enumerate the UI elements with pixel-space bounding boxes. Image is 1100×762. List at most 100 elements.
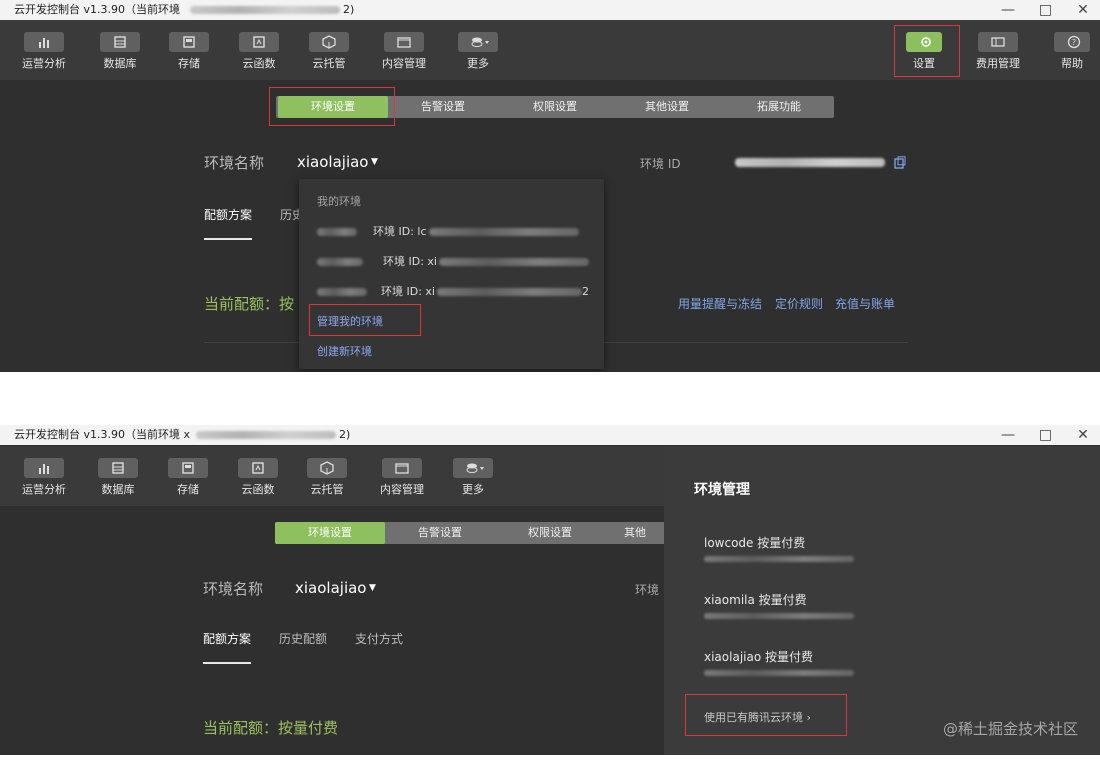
more-icon (458, 32, 498, 52)
tool-cloud-hosting[interactable]: 云托管 (297, 454, 357, 497)
tool-label: 数据库 (101, 483, 135, 496)
tab-permission-settings[interactable]: 权限设置 (500, 96, 610, 118)
maximize-button[interactable]: □ (1029, 425, 1063, 445)
copy-icon[interactable] (894, 156, 906, 169)
title-bar: 云开发控制台 v1.3.90（当前环境 x 2) — □ ✕ (0, 425, 1100, 445)
title-bar: 云开发控制台 v1.3.90（当前环境 2) — □ ✕ (0, 0, 1100, 20)
blurred-env (189, 6, 340, 14)
env-name-label: 环境名称 (204, 154, 265, 172)
window-controls: — □ ✕ (991, 0, 1100, 20)
tool-functions[interactable]: 云函数 (229, 28, 289, 71)
function-icon (238, 458, 278, 478)
blurred-env-id (735, 158, 885, 167)
create-env-link[interactable]: 创建新环境 (317, 343, 372, 359)
caret-down-icon[interactable]: ▼ (369, 583, 376, 593)
dropdown-env-item[interactable]: 环境 ID: xi 2 (317, 283, 589, 299)
tool-label: 更多 (467, 57, 489, 70)
env-dropdown: 我的环境 环境 ID: lc 环境 ID: xi 环境 ID: xi 2 管理我的… (299, 179, 604, 369)
tool-storage[interactable]: 存储 (159, 28, 219, 71)
tool-database[interactable]: 数据库 (90, 28, 150, 71)
subtab-quota-plan[interactable]: 配额方案 (204, 206, 252, 223)
tool-billing[interactable]: 费用管理 (968, 28, 1028, 71)
window-title: 云开发控制台 v1.3.90（当前环境 (14, 3, 180, 16)
tool-label: 运营分析 (22, 57, 66, 70)
tool-content[interactable]: 内容管理 (372, 454, 432, 497)
link-usage-alert[interactable]: 用量提醒与冻结 (678, 295, 762, 312)
blurred-env-id (704, 613, 854, 619)
env-name-label: 环境名称 (203, 580, 264, 598)
storage-icon (169, 32, 209, 52)
blurred-env-id (704, 556, 854, 562)
tool-label: 云函数 (241, 483, 275, 496)
database-icon (98, 458, 138, 478)
billing-icon (978, 32, 1018, 52)
database-icon (100, 32, 140, 52)
tab-permission-settings[interactable]: 权限设置 (495, 522, 605, 544)
tool-label: 内容管理 (380, 483, 424, 496)
close-button[interactable]: ✕ (1066, 0, 1100, 20)
highlight-use-existing (685, 694, 847, 736)
minimize-button[interactable]: — (991, 0, 1025, 20)
settings-tabs: 环境设置 告警设置 权限设置 其他 (275, 522, 665, 544)
storage-icon (168, 458, 208, 478)
link-recharge[interactable]: 充值与账单 (835, 295, 895, 312)
folder-icon (384, 32, 424, 52)
subtab-history[interactable]: 历史配额 (279, 630, 327, 647)
tool-label: 更多 (462, 483, 484, 496)
tool-content[interactable]: 内容管理 (374, 28, 434, 71)
env-item-lowcode[interactable]: lowcode 按量付费 (704, 534, 805, 551)
env-item-xiaomila[interactable]: xiaomila 按量付费 (704, 591, 807, 608)
tab-env-settings[interactable]: 环境设置 (275, 522, 385, 544)
tool-label: 费用管理 (976, 57, 1020, 70)
env-id-label: 环境 ID (640, 157, 681, 171)
tool-analytics[interactable]: 运营分析 (14, 28, 74, 71)
close-button[interactable]: ✕ (1066, 425, 1100, 445)
tool-more[interactable]: 更多 (443, 454, 503, 497)
watermark: @稀土掘金技术社区 (942, 720, 1078, 738)
maximize-button[interactable]: □ (1029, 0, 1063, 20)
panel-title: 环境管理 (694, 482, 750, 498)
screenshot-bottom: 云开发控制台 v1.3.90（当前环境 x 2) — □ ✕ 运营分析 数据库 … (0, 425, 1100, 755)
env-name-select[interactable]: xiaolajiao (295, 579, 366, 597)
tool-more[interactable]: 更多 (448, 28, 508, 71)
highlight-manage (309, 304, 421, 336)
caret-down-icon[interactable]: ▼ (371, 157, 378, 167)
tool-functions[interactable]: 云函数 (228, 454, 288, 497)
tool-label: 帮助 (1061, 57, 1083, 70)
tool-analytics[interactable]: 运营分析 (14, 454, 74, 497)
more-icon (453, 458, 493, 478)
tool-label: 云函数 (242, 57, 276, 70)
function-icon (239, 32, 279, 52)
env-name-select[interactable]: xiaolajiao (297, 153, 368, 171)
chart-icon (24, 458, 64, 478)
current-quota: 当前配额：按 (204, 295, 295, 313)
env-id-label: 环境 (635, 583, 660, 597)
chart-icon (24, 32, 64, 52)
svg-text:?: ? (1072, 38, 1076, 47)
tool-label: 云托管 (310, 483, 344, 496)
tab-extensions[interactable]: 拓展功能 (724, 96, 834, 118)
subtab-quota-plan[interactable]: 配额方案 (203, 630, 251, 647)
tool-database[interactable]: 数据库 (88, 454, 148, 497)
dropdown-env-item[interactable]: 环境 ID: xi (317, 253, 589, 269)
cube-icon (307, 458, 347, 478)
tab-other-settings[interactable]: 其他 (605, 522, 665, 544)
blurred-env-id (704, 670, 854, 676)
screenshot-top: 云开发控制台 v1.3.90（当前环境 2) — □ ✕ 运营分析 数据库 存储… (0, 0, 1100, 372)
tool-help[interactable]: ? 帮助 (1042, 28, 1100, 71)
tab-other-settings[interactable]: 其他设置 (612, 96, 722, 118)
env-item-xiaolajiao[interactable]: xiaolajiao 按量付费 (704, 648, 813, 665)
minimize-button[interactable]: — (991, 425, 1025, 445)
subtab-payment[interactable]: 支付方式 (355, 630, 403, 647)
window-controls: — □ ✕ (991, 425, 1100, 445)
highlight-env-tab (269, 87, 395, 126)
dropdown-header: 我的环境 (317, 195, 361, 208)
tab-alert-settings[interactable]: 告警设置 (388, 96, 498, 118)
cube-icon (309, 32, 349, 52)
link-pricing[interactable]: 定价规则 (775, 295, 823, 312)
dropdown-env-item[interactable]: 环境 ID: lc (317, 223, 579, 239)
tab-alert-settings[interactable]: 告警设置 (385, 522, 495, 544)
help-icon: ? (1054, 32, 1090, 52)
tool-cloud-hosting[interactable]: 云托管 (299, 28, 359, 71)
tool-storage[interactable]: 存储 (158, 454, 218, 497)
